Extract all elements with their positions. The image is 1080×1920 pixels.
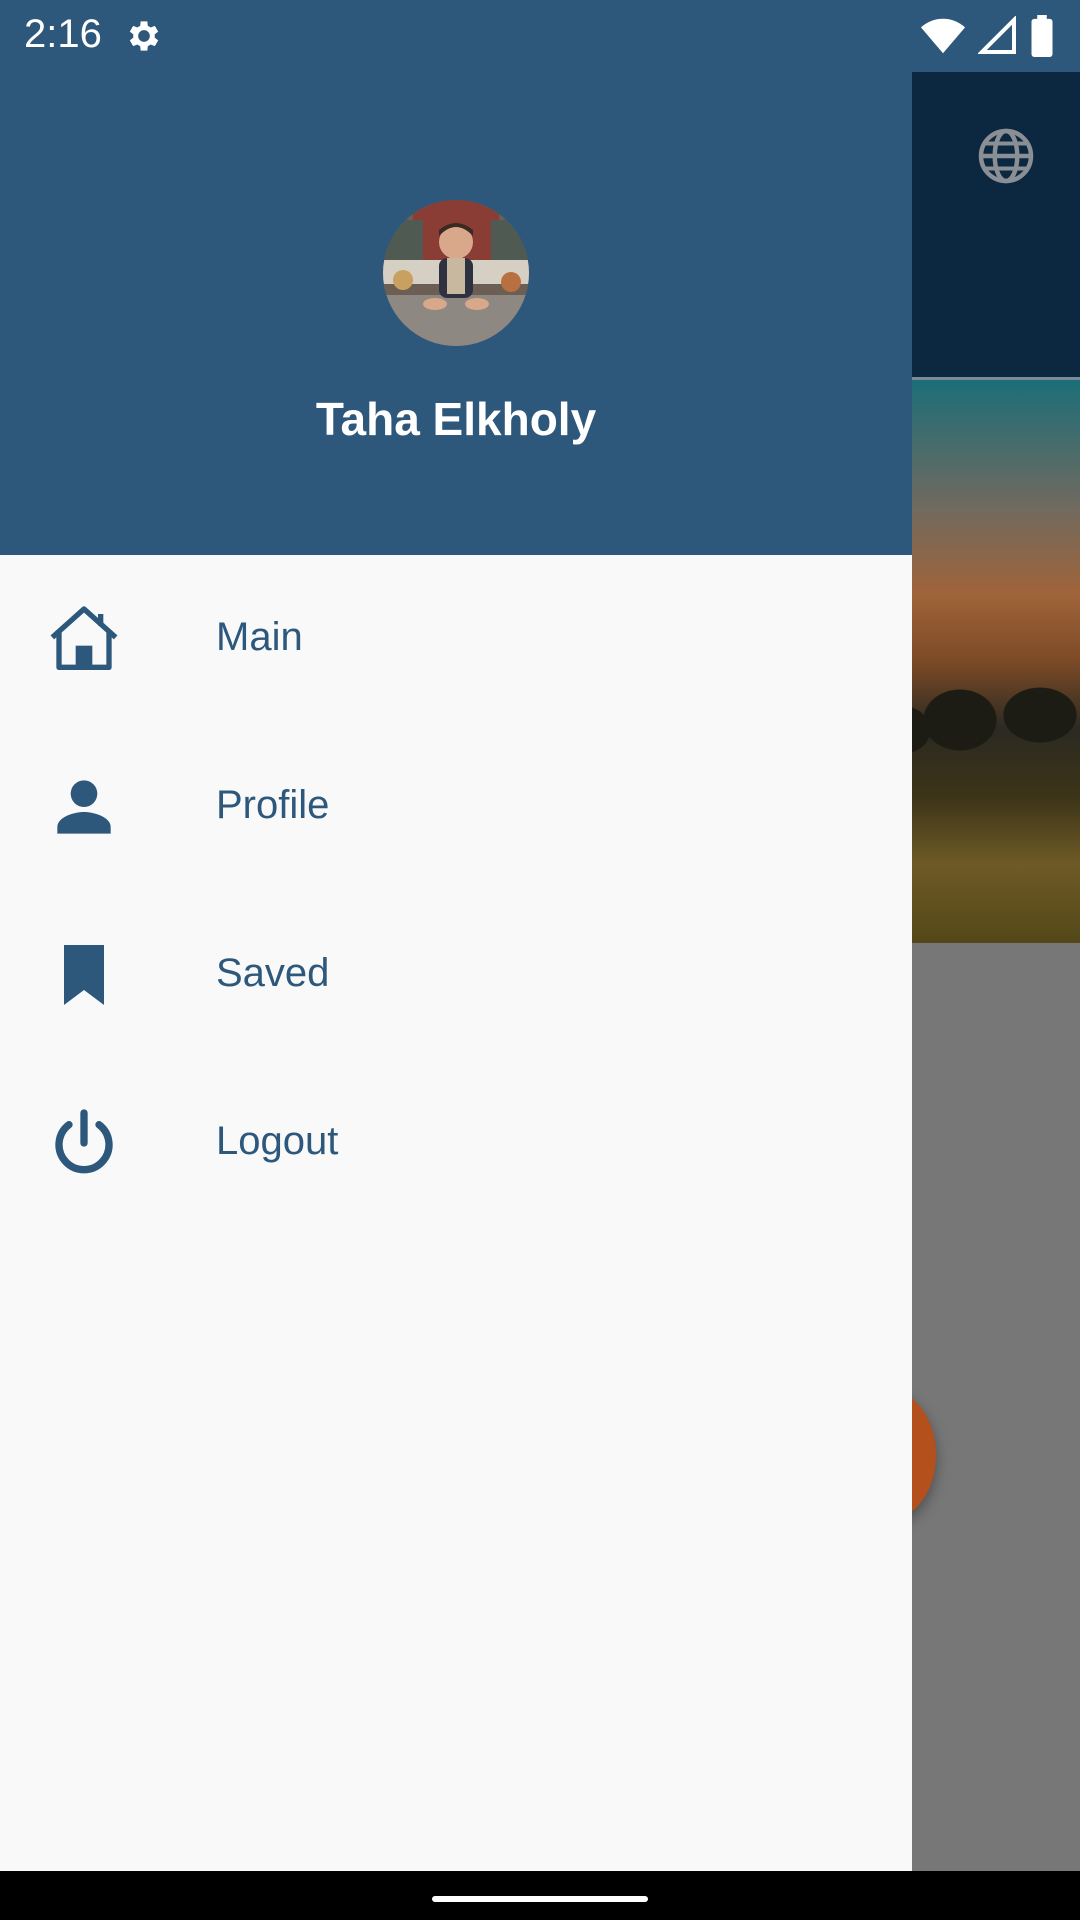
power-icon — [55, 1109, 113, 1174]
status-icons — [920, 14, 1054, 58]
drawer-item-label: Saved — [216, 951, 330, 995]
wifi-icon — [920, 18, 966, 54]
drawer-item-label: Logout — [216, 1119, 339, 1163]
drawer-item-saved[interactable]: Saved — [0, 891, 912, 1059]
drawer-item-logout[interactable]: Logout — [0, 1059, 912, 1227]
battery-icon — [1031, 15, 1053, 57]
status-time: 2:16 — [24, 12, 102, 56]
drawer-item-main[interactable]: Main — [0, 555, 912, 723]
globe-icon — [978, 128, 1034, 184]
home-icon — [50, 606, 118, 670]
navigation-drawer: Taha Elkholy Main Profile Saved Logout — [0, 0, 912, 1871]
status-bar: 2:16 — [0, 0, 1080, 72]
person-icon — [57, 780, 111, 834]
gear-icon — [129, 21, 159, 51]
cellular-signal-icon — [978, 16, 1016, 54]
system-navigation-bar — [0, 1871, 1080, 1920]
bookmark-icon — [64, 945, 104, 1005]
drawer-item-label: Profile — [216, 783, 330, 827]
drawer-item-profile[interactable]: Profile — [0, 723, 912, 891]
avatar[interactable] — [383, 200, 529, 346]
drawer-item-label: Main — [216, 615, 303, 659]
home-indicator[interactable] — [432, 1896, 648, 1902]
avatar-photo — [383, 200, 529, 346]
drawer-header: Taha Elkholy — [0, 0, 912, 555]
user-name: Taha Elkholy — [315, 393, 597, 445]
